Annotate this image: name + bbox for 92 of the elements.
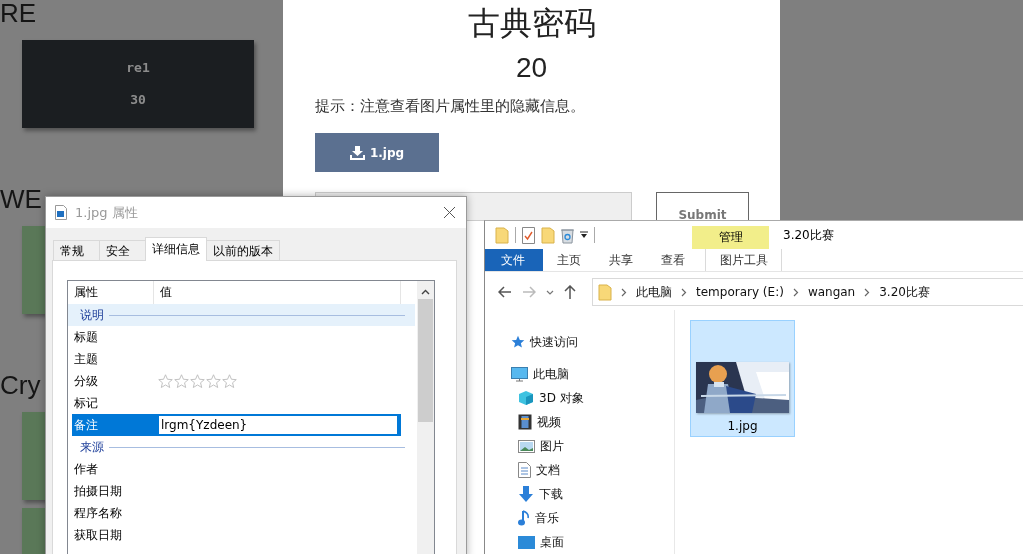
group-label: 来源: [80, 438, 104, 456]
property-row[interactable]: 程序名称: [72, 502, 401, 524]
nav-item[interactable]: 此电脑: [485, 362, 674, 386]
star-icon: [222, 373, 237, 389]
nav-item[interactable]: 图片: [485, 434, 674, 458]
property-row[interactable]: 分级: [72, 370, 401, 392]
chevron-icon: [621, 287, 627, 297]
star-icon: [206, 373, 221, 389]
property-name: 程序名称: [73, 504, 123, 522]
chevron-down-icon: [546, 289, 554, 295]
context-tab-header[interactable]: 管理: [692, 226, 769, 249]
scroll-up-icon: [421, 289, 430, 295]
property-row[interactable]: 获取日期: [72, 524, 401, 546]
nav-item[interactable]: 音乐: [485, 506, 674, 530]
star-icon: [190, 373, 205, 389]
folder-icon: [598, 283, 612, 301]
download-button[interactable]: 1.jpg: [315, 133, 439, 172]
section-heading: Cry: [0, 372, 41, 398]
scrollbar[interactable]: [417, 281, 434, 554]
star-icon: [511, 335, 525, 349]
challenge-points: 20: [515, 52, 548, 84]
forward-icon: [522, 286, 536, 298]
address-bar[interactable]: 此电脑 temporary (E:) wangan 3.20比赛: [592, 278, 1023, 306]
ribbon-tab[interactable]: 共享: [595, 249, 647, 271]
cube-icon: [518, 390, 534, 406]
window-title: 1.jpg 属性: [75, 203, 139, 222]
group-label: 说明: [80, 306, 104, 324]
nav-item[interactable]: 文档: [485, 458, 674, 482]
group-header[interactable]: 来源: [68, 436, 415, 458]
scrollbar-thumb[interactable]: [418, 299, 433, 422]
dropdown-icon: [580, 231, 588, 239]
property-row[interactable]: 主题: [72, 348, 401, 370]
property-name: 备注: [73, 416, 99, 434]
back-icon: [498, 286, 512, 298]
nav-item[interactable]: 桌面: [485, 530, 674, 554]
file-item[interactable]: 1.jpg: [690, 320, 795, 437]
nav-item[interactable]: 视频: [485, 410, 674, 434]
property-row[interactable]: 标记: [72, 392, 401, 414]
download-icon: [349, 145, 365, 160]
desktop-icon: [518, 535, 535, 549]
properties-icon: [522, 226, 535, 244]
picture-icon: [518, 439, 535, 453]
submit-button[interactable]: Submit: [656, 192, 749, 221]
window-title: 3.20比赛: [782, 226, 834, 244]
property-name: 主题: [73, 350, 99, 368]
chevron-icon: [792, 287, 799, 297]
folder-icon: [541, 226, 555, 244]
property-row[interactable]: 拍摄日期: [72, 480, 401, 502]
ribbon-tab[interactable]: 图片工具: [705, 249, 782, 271]
property-name: 标记: [73, 394, 99, 412]
chevron-icon: [681, 287, 687, 297]
ribbon-tab[interactable]: 文件: [485, 249, 543, 271]
ribbon-tab[interactable]: 主页: [543, 249, 595, 271]
nav-item[interactable]: 快速访问: [485, 330, 674, 354]
star-icon: [174, 373, 189, 389]
star-icon: [158, 373, 173, 389]
property-name: 拍摄日期: [73, 482, 123, 500]
nav-item[interactable]: 下载: [485, 482, 674, 506]
tab[interactable]: 详细信息: [145, 237, 207, 261]
challenge-card[interactable]: re1 30: [22, 40, 254, 128]
nav-item[interactable]: 3D 对象: [485, 386, 674, 410]
property-row[interactable]: 标题: [72, 326, 401, 348]
group-header[interactable]: 说明: [68, 304, 415, 326]
challenge-score: 30: [130, 93, 146, 107]
ribbon-tab[interactable]: 查看: [647, 249, 699, 271]
document-icon: [518, 462, 531, 478]
film-icon: [518, 414, 532, 430]
section-heading: RE: [0, 0, 37, 26]
hint-text: 提示：注意查看图片属性里的隐藏信息。: [315, 96, 585, 116]
folder-icon: [495, 226, 509, 244]
up-icon: [564, 285, 576, 299]
property-name: 作者: [73, 460, 99, 478]
image-file-icon: [55, 205, 67, 220]
section-heading: WE: [0, 186, 42, 212]
property-name: 分级: [73, 372, 99, 390]
breadcrumb[interactable]: wangan: [807, 285, 856, 299]
breadcrumb[interactable]: 3.20比赛: [879, 283, 930, 301]
recycle-bin-icon: [561, 226, 574, 244]
music-note-icon: [518, 510, 530, 526]
challenge-title: 古典密码: [467, 4, 596, 42]
breadcrumb[interactable]: temporary (E:): [696, 285, 784, 299]
property-name: 标题: [73, 328, 99, 346]
star-rating[interactable]: [158, 373, 237, 389]
down-arrow-icon: [518, 486, 534, 502]
challenge-name: re1: [126, 61, 150, 75]
breadcrumb[interactable]: 此电脑: [636, 283, 672, 301]
chevron-icon: [864, 287, 871, 297]
monitor-icon: [511, 366, 528, 382]
close-icon: [443, 207, 455, 218]
property-row[interactable]: 备注 lrgm{Yzdeen}: [72, 414, 401, 436]
property-name: 获取日期: [73, 526, 123, 544]
property-row[interactable]: 作者: [72, 458, 401, 480]
